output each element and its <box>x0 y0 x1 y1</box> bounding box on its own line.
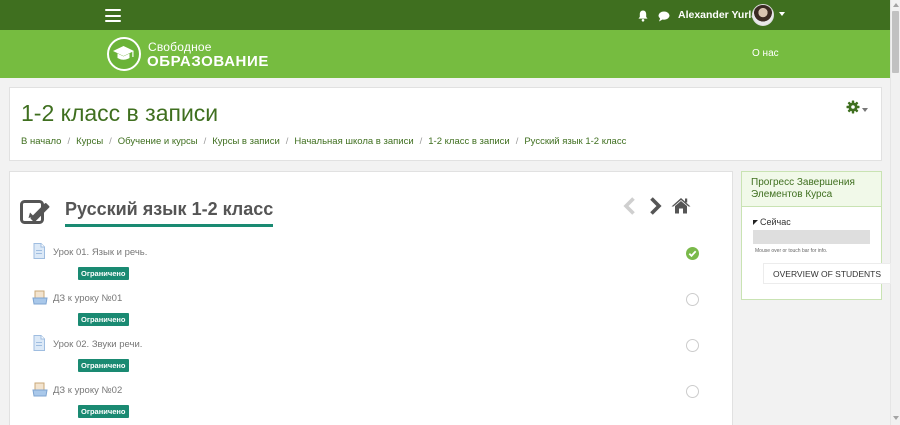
activity-item: Урок 01. Язык и речь. Ограничено <box>32 243 712 283</box>
now-indicator-icon <box>753 220 758 225</box>
breadcrumb-item-current[interactable]: Русский язык 1-2 класс <box>524 136 626 147</box>
breadcrumb-item[interactable]: Начальная школа в записи <box>294 136 413 147</box>
activity-item: ДЗ к уроку №01 Ограничено <box>32 289 712 329</box>
block-title: Прогресс Завершения Элементов Курса <box>742 172 881 207</box>
overview-of-students-button[interactable]: OVERVIEW OF STUDENTS <box>763 263 891 284</box>
now-label-row: Сейчас <box>753 217 791 227</box>
bell-icon[interactable] <box>638 9 648 27</box>
scroll-thumb[interactable] <box>892 11 899 73</box>
progress-hint: Mouse over or touch bar for info. <box>755 248 828 254</box>
restricted-badge: Ограничено <box>78 313 129 326</box>
breadcrumb-separator: / <box>285 136 289 147</box>
logo-text-bottom[interactable]: ОБРАЗОВАНИЕ <box>147 53 269 70</box>
activity-link[interactable]: ДЗ к уроку №02 <box>53 385 122 396</box>
breadcrumb-separator: / <box>67 136 71 147</box>
restricted-badge: Ограничено <box>78 405 129 418</box>
completion-empty-circle-icon[interactable] <box>686 385 699 398</box>
page-title: 1-2 класс в записи <box>21 100 219 126</box>
breadcrumb-item[interactable]: Курсы <box>76 136 103 147</box>
scroll-up-arrow-icon[interactable] <box>893 3 899 7</box>
breadcrumb-separator: / <box>419 136 423 147</box>
course-content: Русский язык 1-2 класс Урок 01. Язык и р… <box>9 171 733 425</box>
breadcrumb-item[interactable]: Курсы в записи <box>212 136 280 147</box>
course-title: Русский язык 1-2 класс <box>65 199 274 227</box>
hamburger-menu-icon[interactable] <box>105 9 121 22</box>
top-icons <box>638 9 670 27</box>
page-scrollbar[interactable] <box>890 0 900 425</box>
logo-text-top[interactable]: Свободное <box>148 40 212 54</box>
breadcrumb: В начало / Курсы / Обучение и курсы / Курсы… <box>21 136 626 147</box>
page-document-icon <box>32 335 46 356</box>
activity-item: ДЗ к уроку №02 Ограничено <box>32 381 712 421</box>
previous-section-chevron-left-icon[interactable] <box>622 197 638 220</box>
completion-checkmark-icon[interactable] <box>686 247 699 260</box>
chat-bubble-icon[interactable] <box>658 9 670 27</box>
chevron-down-icon <box>862 108 868 112</box>
page-header-card: 1-2 класс в записи В начало / Курсы / Обуч… <box>9 87 882 161</box>
breadcrumb-separator: / <box>203 136 207 147</box>
settings-menu-button[interactable] <box>846 100 868 119</box>
completion-empty-circle-icon[interactable] <box>686 339 699 352</box>
breadcrumb-separator: / <box>109 136 112 147</box>
about-link[interactable]: О нас <box>752 48 779 59</box>
breadcrumb-item[interactable]: 1-2 класс в записи <box>428 136 509 147</box>
activity-link[interactable]: Урок 01. Язык и речь. <box>53 247 147 258</box>
activity-item: Урок 02. Звуки речи. Ограничено <box>32 335 712 375</box>
activity-link[interactable]: ДЗ к уроку №01 <box>53 293 122 304</box>
breadcrumb-separator: / <box>515 136 519 147</box>
user-menu-caret-icon[interactable] <box>779 12 785 16</box>
scroll-down-arrow-icon[interactable] <box>893 416 899 420</box>
restricted-badge: Ограничено <box>78 359 129 372</box>
now-label: Сейчас <box>760 217 791 227</box>
user-avatar[interactable] <box>752 4 774 26</box>
assignment-icon <box>32 381 48 402</box>
breadcrumb-item[interactable]: Обучение и курсы <box>118 136 198 147</box>
restricted-badge: Ограничено <box>78 267 129 280</box>
page-document-icon <box>32 243 46 264</box>
completion-empty-circle-icon[interactable] <box>686 293 699 306</box>
edit-pencil-icon <box>20 197 52 230</box>
graduation-cap-logo-icon[interactable] <box>107 37 141 71</box>
activity-link[interactable]: Урок 02. Звуки речи. <box>53 339 142 350</box>
home-icon[interactable] <box>671 197 691 219</box>
assignment-icon <box>32 289 48 310</box>
completion-progress-block: Прогресс Завершения Элементов Курса Сейч… <box>741 171 891 300</box>
breadcrumb-item[interactable]: В начало <box>21 136 61 147</box>
next-section-chevron-right-icon[interactable] <box>647 197 663 220</box>
top-navbar: Alexander Yurlaev <box>0 0 890 30</box>
progress-bar[interactable] <box>753 230 870 244</box>
gear-icon <box>846 100 860 119</box>
site-header: Свободное ОБРАЗОВАНИЕ О нас <box>0 30 890 78</box>
